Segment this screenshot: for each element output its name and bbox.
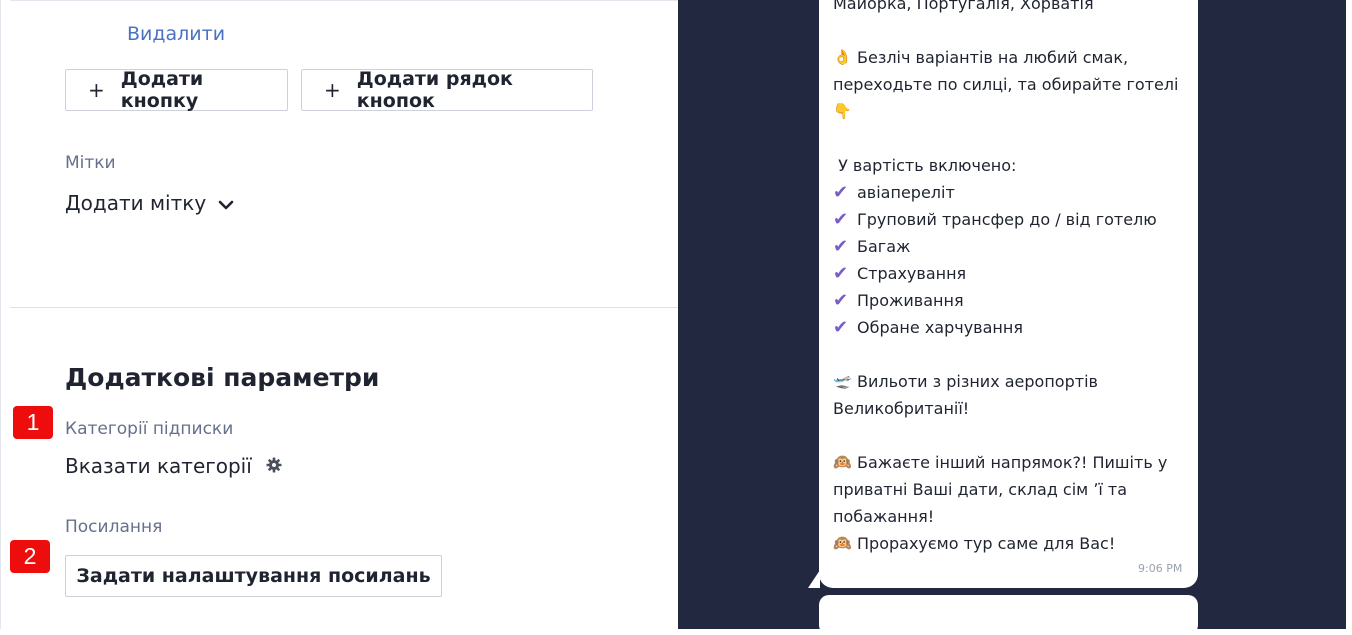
line-text: Безліч варіантів на любий смак, [857, 48, 1129, 67]
list-item-text: Багаж [857, 237, 911, 256]
check-icon: ✔ [833, 290, 849, 311]
message-line: 👇 [833, 98, 1183, 125]
plus-icon: + [324, 78, 341, 102]
top-divider [10, 0, 679, 1]
check-icon: ✔ [833, 182, 849, 203]
list-item-text: авіапереліт [857, 183, 955, 202]
annotation-badge-2: 2 [10, 540, 50, 573]
list-item-text: Страхування [857, 264, 967, 283]
message-line: Великобританії! [833, 395, 1183, 422]
section-divider [10, 307, 679, 308]
message-line: переходьте по силці, та обирайте готелі [833, 71, 1183, 98]
plus-icon: + [88, 78, 105, 102]
line-text: Прорахуємо тур саме для Вас! [857, 534, 1116, 553]
check-icon: ✔ [833, 263, 849, 284]
message-timestamp: 9:06 PM [1138, 562, 1183, 575]
list-item: ✔ авіапереліт [833, 179, 1183, 206]
monkey-icon: 🙉 [833, 453, 852, 471]
scrollbar-track[interactable] [1346, 0, 1352, 629]
message-line: 🙉 Бажаєте інший напрямок?! Пишіть у [833, 449, 1183, 476]
subscription-categories-label: Категорії підписки [65, 419, 234, 439]
add-tag-dropdown[interactable]: Додати мітку [65, 191, 234, 215]
link-settings-button[interactable]: Задати налаштування посилань [65, 555, 442, 597]
add-button-row-button[interactable]: + Додати рядок кнопок [301, 68, 593, 112]
link-settings-label: Задати налаштування посилань [76, 565, 431, 587]
list-item-text: Груповий трансфер до / від готелю [857, 210, 1157, 229]
line-text: Вильоти з різних аеропортів [857, 372, 1098, 391]
list-item: ✔ Страхування [833, 260, 1183, 287]
pointing-down-icon: 👇 [833, 102, 852, 120]
list-item: ✔ Багаж [833, 233, 1183, 260]
list-item: ✔ Проживання [833, 287, 1183, 314]
add-button-button[interactable]: + Додати кнопку [65, 68, 288, 112]
line-text: Бажаєте інший напрямок?! Пишіть у [857, 453, 1168, 472]
editor-panel: Видалити + Додати кнопку + Додати рядок … [0, 0, 679, 629]
list-item: ✔ Обране харчування [833, 314, 1183, 341]
delete-link[interactable]: Видалити [127, 23, 225, 45]
chevron-down-icon [218, 191, 234, 215]
ok-hand-icon: 👌 [833, 48, 852, 66]
annotation-badge-1: 1 [13, 406, 53, 439]
check-icon: ✔ [833, 209, 849, 230]
next-message-bubble [819, 595, 1198, 635]
message-line: приватні Ваші дати, склад сім ʼї та [833, 476, 1183, 503]
list-item-text: Проживання [857, 291, 964, 310]
message-line: 👌 Безліч варіантів на любий смак, [833, 44, 1183, 71]
set-categories-label: Вказати категорії [65, 454, 252, 478]
gear-icon[interactable] [266, 454, 282, 478]
add-button-row-label: Додати рядок кнопок [356, 68, 513, 112]
section-title: Додаткові параметри [65, 363, 380, 392]
list-item-text: Обране харчування [857, 318, 1023, 337]
links-label: Посилання [65, 517, 163, 537]
check-icon: ✔ [833, 317, 849, 338]
tags-label: Мітки [65, 153, 116, 173]
check-icon: ✔ [833, 236, 849, 257]
message-line: 🛫 Вильоти з різних аеропортів [833, 368, 1183, 395]
airplane-departure-icon: 🛫 [833, 372, 852, 390]
message-text: Майорка, Португалія, Хорватія 👌 Безліч ва… [833, 0, 1183, 557]
line-text: переходьте по силці, та обирайте готелі [833, 75, 1179, 94]
list-item: ✔ Груповий трансфер до / від готелю [833, 206, 1183, 233]
line-text: Великобританії! [833, 399, 970, 418]
add-button-label: Додати кнопку [120, 68, 204, 112]
message-line: Майорка, Португалія, Хорватія [833, 0, 1183, 17]
message-line: У вартість включено: [833, 152, 1183, 179]
set-categories-control[interactable]: Вказати категорії [65, 454, 282, 478]
add-tag-label: Додати мітку [65, 191, 207, 215]
monkey-icon: 🙉 [833, 534, 852, 552]
line-text: побажання! [833, 507, 935, 526]
line-text: приватні Ваші дати, склад сім ʼї та [833, 480, 1128, 499]
line-text: У вартість включено: [833, 156, 1017, 175]
message-line: побажання! [833, 503, 1183, 530]
message-line: 🙉 Прорахуємо тур саме для Вас! [833, 530, 1183, 557]
line-text: Майорка, Португалія, Хорватія [833, 0, 1094, 13]
